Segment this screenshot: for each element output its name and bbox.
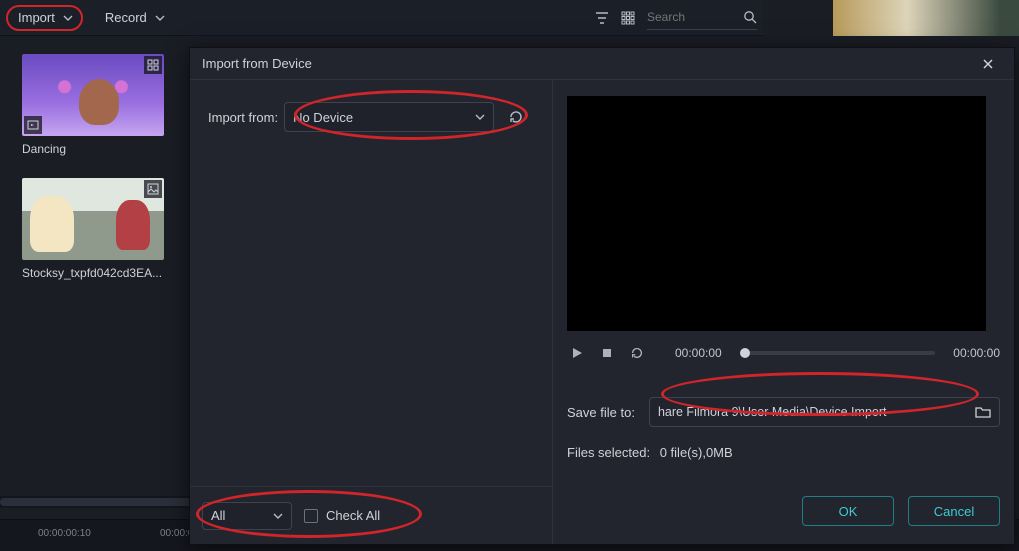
grid-view-icon[interactable] [615,5,641,31]
dialog-right-panel: 00:00:00 00:00:00 Save file to: hare Fil… [553,80,1014,544]
chevron-down-icon [475,112,485,122]
device-select[interactable]: No Device [284,102,494,132]
chevron-down-icon [63,13,73,23]
player-controls: 00:00:00 00:00:00 [567,335,1000,371]
record-label: Record [105,10,147,25]
import-label: Import [18,10,55,25]
play-button[interactable] [567,343,587,363]
top-toolbar: Import Record [0,0,763,36]
player-seek-track[interactable] [740,351,936,355]
media-item[interactable]: Dancing [22,54,164,156]
file-filter-value: All [211,508,225,523]
dialog-title: Import from Device [202,56,312,71]
image-icon[interactable] [144,180,162,198]
dialog-left-footer: All Check All [190,486,552,544]
search-box [647,6,757,30]
media-item-label: Stocksy_txpfd042cd3EA... [22,266,164,280]
cancel-button[interactable]: Cancel [908,496,1000,526]
dialog-left-panel: Import from: No Device All [190,80,553,544]
import-menu-button[interactable]: Import [6,5,83,31]
save-path-value: hare Filmora 9\User Media\Device Import [658,405,887,419]
chevron-down-icon [155,13,165,23]
file-filter-select[interactable]: All [202,502,292,530]
chevron-down-icon [273,511,283,521]
check-all-checkbox[interactable]: Check All [304,508,380,523]
close-icon[interactable] [982,58,1002,70]
stop-button[interactable] [597,343,617,363]
media-thumbnail [22,178,164,260]
preview-thumbnail-strip [833,0,1019,36]
folder-icon[interactable] [975,405,991,419]
player-time-total: 00:00:00 [953,346,1000,360]
clip-type-icon [24,116,42,134]
import-from-label: Import from: [208,110,278,125]
video-preview [567,96,986,331]
ok-button[interactable]: OK [802,496,894,526]
save-path-field[interactable]: hare Filmora 9\User Media\Device Import [649,397,1000,427]
import-from-device-dialog: Import from Device Import from: No Devic… [189,47,1015,545]
dialog-titlebar: Import from Device [190,48,1014,80]
media-thumbnail [22,54,164,136]
record-menu-button[interactable]: Record [95,5,175,31]
media-item-label: Dancing [22,142,164,156]
replay-icon[interactable] [627,343,647,363]
refresh-icon[interactable] [508,109,524,125]
seek-knob[interactable] [740,348,750,358]
check-all-label: Check All [326,508,380,523]
search-icon[interactable] [743,10,757,24]
grid-icon[interactable] [144,56,162,74]
media-item[interactable]: Stocksy_txpfd042cd3EA... [22,178,164,280]
files-selected-label: Files selected: [567,445,650,460]
device-select-value: No Device [293,110,353,125]
files-selected-value: 0 file(s),0MB [660,445,733,460]
filter-icon[interactable] [589,5,615,31]
save-to-label: Save file to: [567,405,635,420]
player-time-current: 00:00:00 [675,346,722,360]
media-library: Dancing Stocksy_txpfd042cd3EA... [0,36,189,496]
checkbox-icon [304,509,318,523]
timeline-tick: 00:00:00:10 [38,528,91,539]
search-input[interactable] [647,10,743,24]
